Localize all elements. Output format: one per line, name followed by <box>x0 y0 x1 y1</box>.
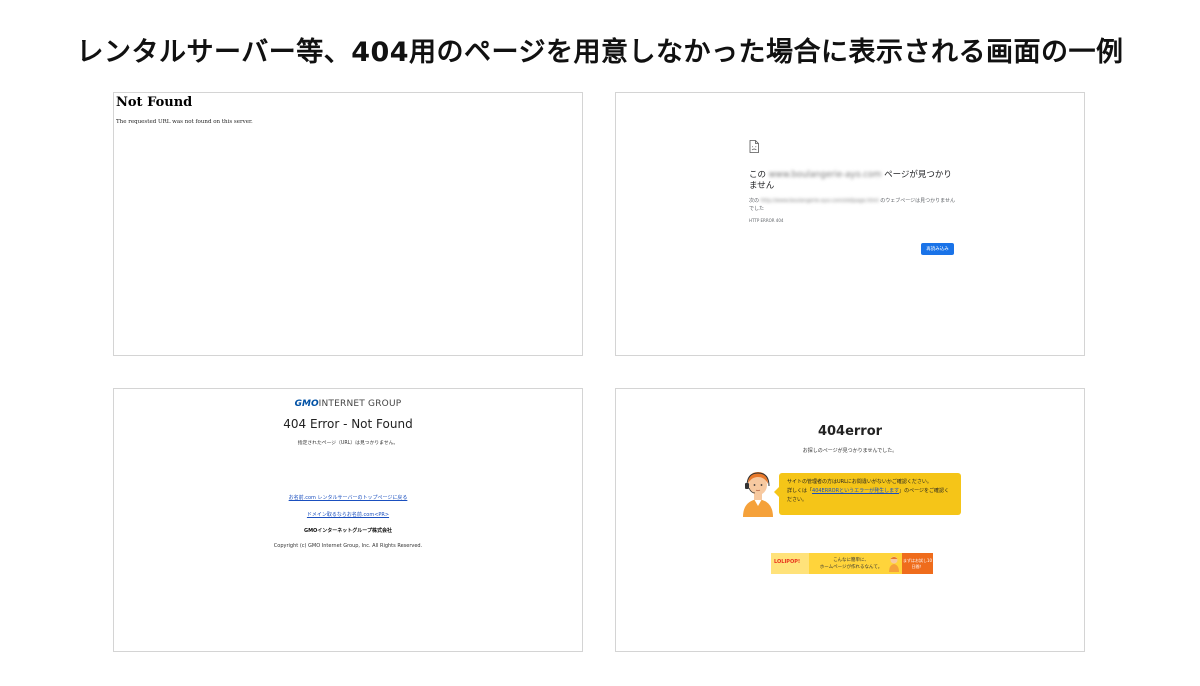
blurred-url: http://www.boulangerie-ayo.com/old/page.… <box>760 198 879 204</box>
gmo-error-subtext: 指定されたページ（URL）は見つかりません。 <box>297 441 399 446</box>
page-title: レンタルサーバー等、404用のページを用意しなかった場合に表示される画面の一例 <box>76 37 1124 68</box>
gmo-logo-mark: GMO <box>294 399 319 409</box>
bubble-line1: サイトの管理者の方はURLにお間違いがないかご確認ください。 <box>787 479 932 485</box>
domain-pr-link[interactable]: ドメイン取るならお名前.com<PR> <box>114 511 582 518</box>
apache-not-found-panel: Not Found The requested URL was not foun… <box>113 92 583 356</box>
not-found-message: The requested URL was not found on this … <box>116 119 253 125</box>
support-person-illustration <box>743 472 773 517</box>
banner-message: こんなに簡単に、 ホームページが作れるなんて。 <box>815 557 887 571</box>
sub-prefix: 次の <box>749 198 760 204</box>
bubble-line2: 詳しくは「404ERRORというエラーが発生します」のページをご確認ください。 <box>787 487 953 505</box>
http-error-code: HTTP ERROR 404 <box>749 218 784 223</box>
admin-notice-bubble: サイトの管理者の方はURLにお間違いがないかご確認ください。 詳しくは「404E… <box>774 473 961 515</box>
banner-line2: ホームページが作れるなんて。 <box>819 565 883 570</box>
company-name: GMOインターネットグループ株式会社 <box>303 528 393 534</box>
lolipop-error-heading: 404error <box>817 424 883 439</box>
chrome-error-heading: この www.boulangerie-ayo.com ページが見つかりません <box>749 170 959 192</box>
chrome-error-panel: この www.boulangerie-ayo.com ページが見つかりません 次… <box>615 92 1085 356</box>
top-page-link[interactable]: お名前.com レンタルサーバーのトップページに戻る <box>114 494 582 501</box>
free-trial-cta[interactable]: まずはお試し10日間！ <box>902 553 933 574</box>
gmo-error-panel: GMOINTERNET GROUP 404 Error - Not Found … <box>113 388 583 652</box>
banner-character-icon <box>889 556 899 572</box>
not-found-heading: Not Found <box>116 95 193 110</box>
bubble-prefix: 詳しくは「 <box>787 488 813 494</box>
lolipop-error-panel: 404error お探しのページが見つかりませんでした。 サイトの管理者の方はU… <box>615 388 1085 652</box>
banner-line1: こんなに簡単に、 <box>833 558 869 563</box>
lolipop-ad-banner[interactable]: LOLIPOP! こんなに簡単に、 ホームページが作れるなんて。 まずはお試し1… <box>771 553 933 574</box>
404-error-help-link[interactable]: 404ERRORというエラーが発生します <box>812 488 899 494</box>
copyright: Copyright (c) GMO Internet Group, Inc. A… <box>273 543 423 549</box>
gmo-logo-text: INTERNET GROUP <box>318 399 402 409</box>
gmo-error-heading: 404 Error - Not Found <box>283 417 413 431</box>
lolipop-logo: LOLIPOP! <box>774 559 801 565</box>
heading-prefix: この <box>749 170 767 180</box>
reload-button[interactable]: 再読み込み <box>921 243 954 255</box>
lolipop-error-subtext: お探しのページが見つかりませんでした。 <box>802 448 898 454</box>
blurred-domain: www.boulangerie-ayo.com <box>768 170 882 180</box>
chrome-error-subtext: 次の http://www.boulangerie-ayo.com/old/pa… <box>749 197 959 213</box>
gmo-logo: GMOINTERNET GROUP <box>114 399 582 409</box>
broken-page-icon <box>749 140 759 153</box>
